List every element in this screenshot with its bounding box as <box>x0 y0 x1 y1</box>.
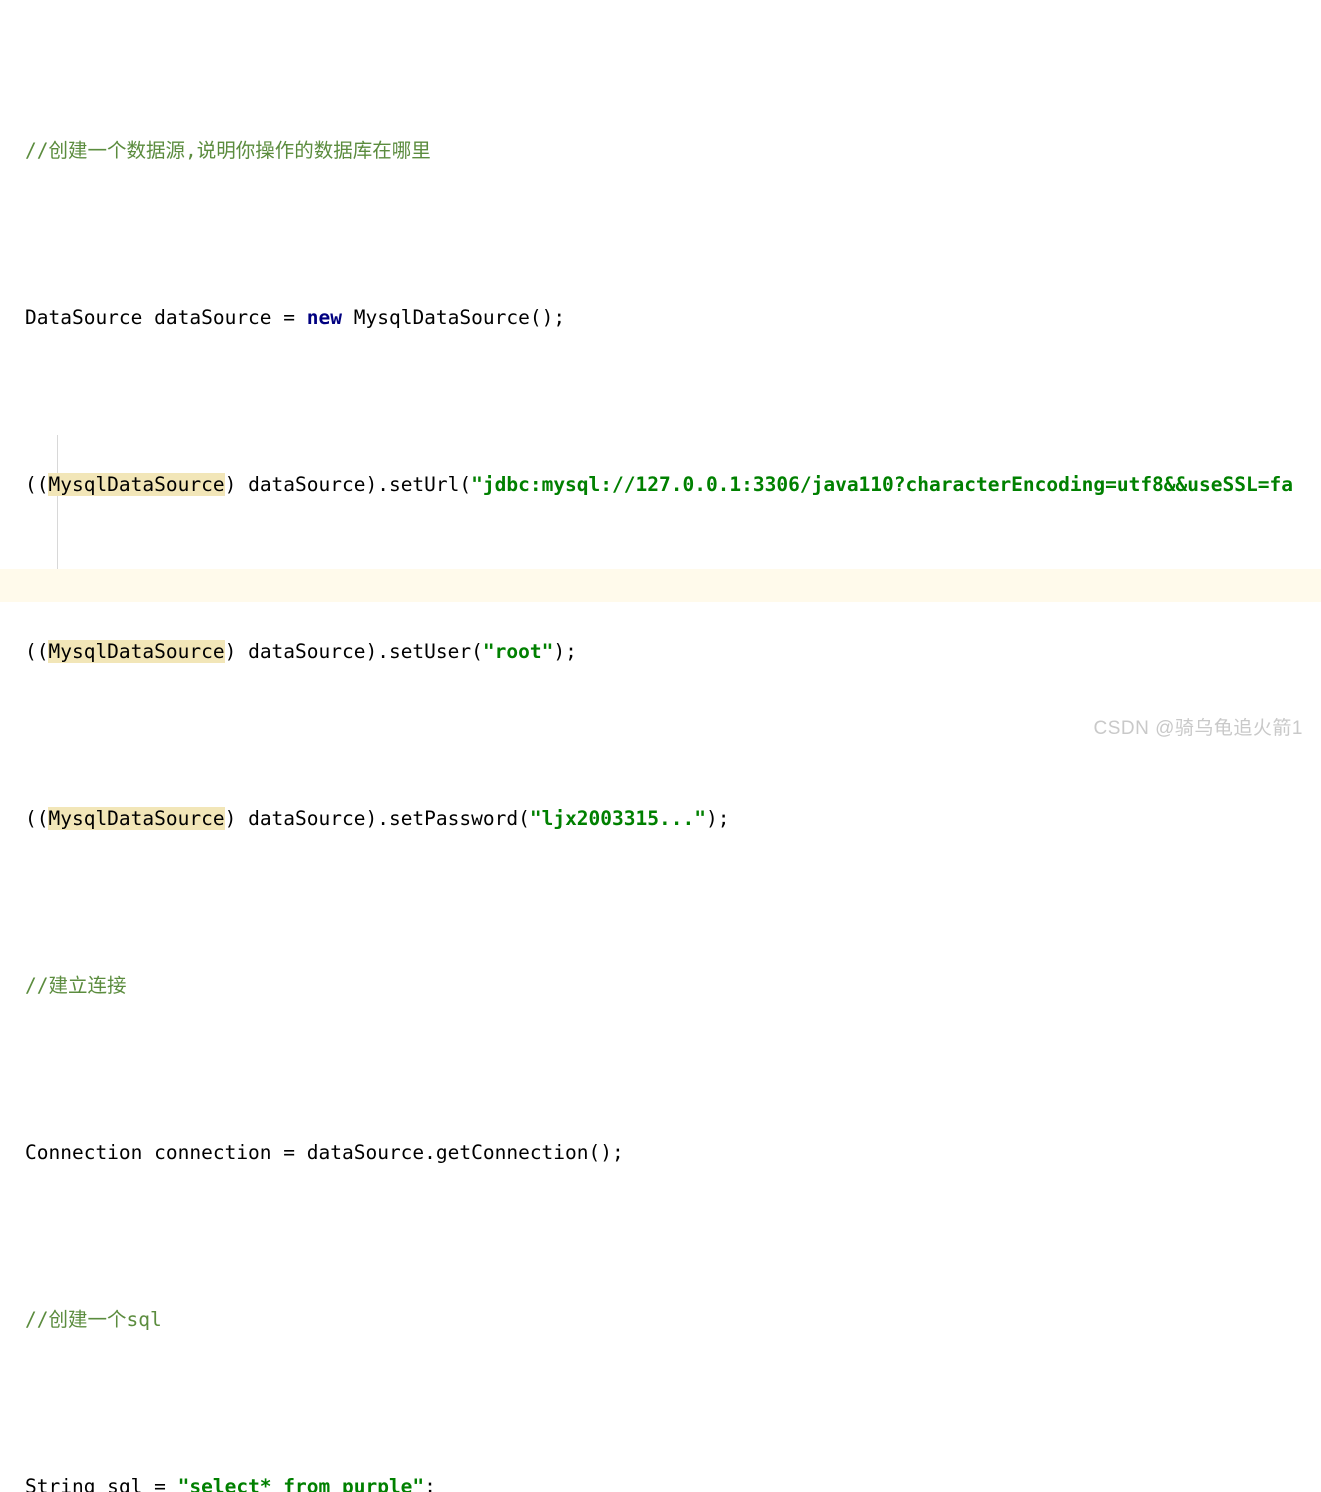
code-token: Connection connection = dataSource.getCo… <box>25 1140 624 1164</box>
comment-token: //创建一个sql <box>25 1307 162 1331</box>
code-line[interactable]: DataSource dataSource = new MysqlDataSou… <box>0 301 1321 334</box>
occurrence-highlight-mysqldatasource: MysqlDataSource <box>48 806 225 830</box>
occurrence-highlight-mysqldatasource: MysqlDataSource <box>48 639 225 663</box>
keyword-new: new <box>306 305 342 329</box>
string-token: "ljx2003315..." <box>529 806 706 830</box>
code-line[interactable]: //创建一个sql <box>0 1303 1321 1336</box>
code-token: MysqlDataSource(); <box>342 305 566 329</box>
code-token: (( <box>25 472 49 496</box>
comment-token: //建立连接 <box>25 973 127 997</box>
code-token: ) dataSource).setUser( <box>224 639 483 663</box>
code-line[interactable]: ((MysqlDataSource) dataSource).setPasswo… <box>0 802 1321 835</box>
csdn-watermark: CSDN @骑乌龟追火箭1 <box>1093 718 1303 739</box>
code-line[interactable]: String sql = "select* from purple"; <box>0 1470 1321 1492</box>
string-token: "root" <box>482 639 554 663</box>
code-token: ) dataSource).setUrl( <box>224 472 472 496</box>
code-editor-viewport[interactable]: //创建一个数据源,说明你操作的数据库在哪里 DataSource dataSo… <box>0 0 1321 1492</box>
code-token: (( <box>25 639 49 663</box>
code-token: ) dataSource).setPassword( <box>224 806 530 830</box>
code-line[interactable]: //建立连接 <box>0 969 1321 1002</box>
code-token: (( <box>25 806 49 830</box>
string-token: "select* from purple" <box>177 1474 425 1492</box>
code-line[interactable]: ((MysqlDataSource) dataSource).setUser("… <box>0 635 1321 668</box>
code-line[interactable]: ((MysqlDataSource) dataSource).setUrl("j… <box>0 468 1321 501</box>
occurrence-highlight-mysqldatasource: MysqlDataSource <box>48 472 225 496</box>
code-token: DataSource dataSource = <box>25 305 307 329</box>
code-token: ); <box>705 806 730 830</box>
code-line[interactable]: //创建一个数据源,说明你操作的数据库在哪里 <box>0 134 1321 167</box>
code-content[interactable]: //创建一个数据源,说明你操作的数据库在哪里 DataSource dataSo… <box>0 0 1321 1492</box>
code-token: ; <box>424 1474 436 1492</box>
string-token: "jdbc:mysql://127.0.0.1:3306/java110?cha… <box>471 472 1293 496</box>
code-token: ); <box>553 639 577 663</box>
code-line[interactable]: Connection connection = dataSource.getCo… <box>0 1136 1321 1169</box>
comment-token: //创建一个数据源,说明你操作的数据库在哪里 <box>25 138 431 162</box>
code-token: String sql = <box>25 1474 178 1492</box>
